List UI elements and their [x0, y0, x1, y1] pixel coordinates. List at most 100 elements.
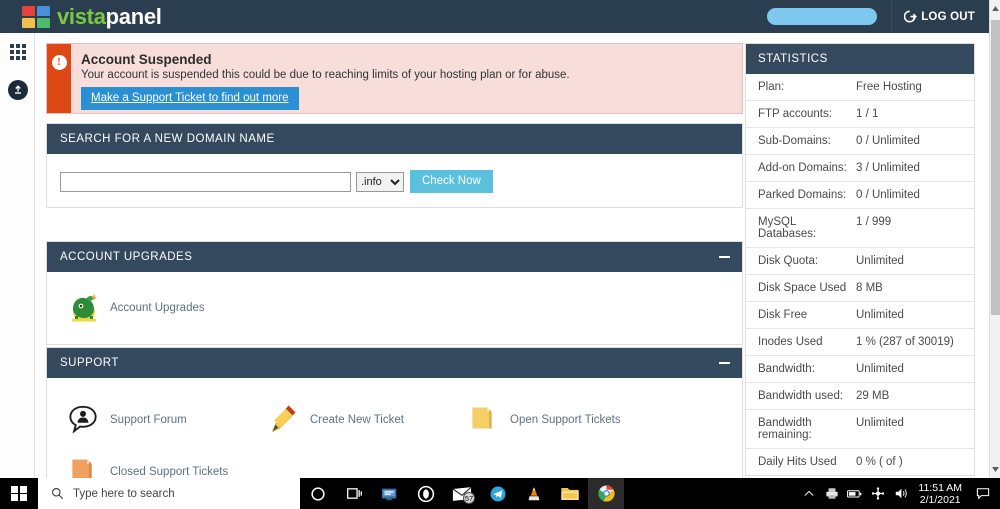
clock-time: 11:51 AM — [918, 481, 962, 494]
grid-icon — [9, 44, 26, 60]
chrome-icon[interactable] — [588, 478, 624, 509]
task-view-icon[interactable] — [336, 478, 372, 509]
tld-select[interactable]: .info.com.net.org.biz — [356, 171, 404, 192]
statistics-key: Parked Domains: — [758, 189, 847, 201]
statistics-key: Disk Free — [758, 309, 808, 321]
exclamation-icon: ! — [51, 55, 67, 70]
minimize-icon[interactable] — [719, 256, 730, 258]
account-upgrades-title: ACCOUNT UPGRADES — [60, 251, 193, 263]
statistics-row: Daily Hits Used 0 % ( of ) — [746, 448, 974, 475]
statistics-value: 1 % (287 of 30019) — [856, 336, 954, 348]
statistics-key: Inodes Used — [758, 336, 823, 348]
statistics-row: Parked Domains: 0 / Unlimited — [746, 181, 974, 208]
logout-icon — [904, 10, 918, 23]
statistics-title: STATISTICS — [746, 44, 974, 74]
account-upgrades-header: ACCOUNT UPGRADES — [47, 242, 742, 272]
windows-taskbar: Type here to search 57 11:51 AM 2/1/2021 — [0, 478, 1000, 509]
pencil-icon — [268, 404, 300, 436]
statistics-row: FTP accounts: 1 / 1 — [746, 100, 974, 127]
yellow-folder-icon — [468, 404, 500, 436]
taskbar-search-placeholder: Type here to search — [73, 487, 175, 500]
account-suspended-alert: ! Account Suspended Your account is susp… — [46, 43, 743, 114]
statistics-value: Free Hosting — [856, 81, 922, 93]
mail-icon[interactable]: 57 — [444, 478, 480, 509]
telegram-icon[interactable] — [480, 478, 516, 509]
speech-person-icon — [68, 404, 100, 436]
statistics-value: 29 MB — [856, 390, 890, 402]
chevron-up-icon[interactable] — [797, 478, 820, 509]
account-upgrades-panel: ACCOUNT UPGRADES Account Upgrades — [46, 241, 743, 345]
scroll-down-arrow-icon[interactable] — [990, 463, 1000, 476]
account-upgrades-body: Account Upgrades — [47, 272, 742, 344]
support-forum-link[interactable]: Support Forum — [60, 394, 260, 446]
support-ticket-button[interactable]: Make a Support Ticket to find out more — [81, 87, 299, 110]
statistics-value: 3 / Unlimited — [856, 162, 920, 174]
statistics-key: Bandwidth: — [758, 363, 815, 375]
account-upgrades-link[interactable]: Account Upgrades — [60, 282, 205, 334]
statistics-value: 1 / 999 — [856, 216, 892, 228]
support-body: Support Forum Create New Ticket Open Sup… — [47, 378, 742, 478]
minimize-icon[interactable] — [719, 362, 730, 364]
open-support-tickets-link[interactable]: Open Support Tickets — [460, 394, 660, 446]
statistics-value: Unlimited — [856, 255, 904, 267]
page-scrollbar[interactable] — [989, 0, 1000, 478]
support-header: SUPPORT — [47, 348, 742, 378]
brand-logo[interactable]: vistapanel — [0, 3, 162, 29]
closed-support-tickets-link[interactable]: Closed Support Tickets — [60, 446, 260, 478]
statistics-key: Add-on Domains: — [758, 162, 847, 174]
create-new-ticket-label: Create New Ticket — [310, 414, 404, 426]
cortana-icon[interactable] — [300, 478, 336, 509]
start-button[interactable] — [0, 478, 38, 509]
printer-icon[interactable] — [820, 478, 843, 509]
main-content: ! Account Suspended Your account is susp… — [35, 33, 989, 478]
closed-support-tickets-label: Closed Support Tickets — [110, 466, 229, 478]
support-links-grid: Support Forum Create New Ticket Open Sup… — [60, 388, 729, 478]
opera-icon[interactable] — [408, 478, 444, 509]
mail-badge: 57 — [463, 492, 475, 504]
app-header: vistapanel LOG OUT — [0, 0, 989, 33]
scrollbar-thumb[interactable] — [991, 20, 1000, 315]
taskbar-search-box[interactable]: Type here to search — [38, 478, 300, 509]
statistics-key: Disk Quota: — [758, 255, 819, 267]
statistics-row: Add-on Domains: 3 / Unlimited — [746, 154, 974, 181]
scroll-up-arrow-icon[interactable] — [990, 2, 1000, 15]
check-now-button[interactable]: Check Now — [410, 170, 493, 193]
domain-search-body: .info.com.net.org.biz Check Now — [47, 154, 742, 207]
alert-title: Account Suspended — [81, 52, 212, 67]
battery-icon[interactable] — [843, 478, 866, 509]
alert-accent-bar: ! — [47, 44, 71, 113]
notification-icon[interactable] — [970, 478, 996, 509]
taskbar-clock[interactable]: 11:51 AM 2/1/2021 — [912, 482, 970, 506]
statistics-row: Disk Free Unlimited — [746, 301, 974, 328]
network-icon[interactable] — [866, 478, 889, 509]
sidebar-item-upload[interactable] — [0, 71, 35, 109]
taskbar-icons: 57 — [300, 478, 624, 509]
statistics-key: Daily Hits Used — [758, 456, 837, 468]
logout-button[interactable]: LOG OUT — [892, 0, 989, 33]
statistics-rows: Plan: Free Hosting FTP accounts: 1 / 1 Sub-D… — [746, 74, 974, 475]
domain-search-header: SEARCH FOR A NEW DOMAIN NAME — [47, 124, 742, 154]
brand-text: vistapanel — [57, 3, 162, 29]
statistics-key: Bandwidth used: — [758, 390, 844, 402]
domain-search-input[interactable] — [60, 171, 351, 192]
volume-icon[interactable] — [889, 478, 912, 509]
clock-date: 2/1/2021 — [919, 493, 961, 506]
alert-body: Account Suspended Your account is suspen… — [71, 44, 570, 113]
statistics-key: Bandwidth remaining: — [758, 417, 812, 441]
system-tray: 11:51 AM 2/1/2021 — [797, 478, 1000, 509]
domain-search-row: .info.com.net.org.biz Check Now — [60, 164, 729, 197]
brand-text-second: panel — [105, 3, 162, 29]
sidebar-item-apps[interactable] — [0, 33, 35, 71]
remote-desktop-icon[interactable] — [372, 478, 408, 509]
orange-folder-icon — [68, 456, 100, 478]
file-explorer-icon[interactable] — [552, 478, 588, 509]
alert-message: Your account is suspended this could be … — [81, 69, 570, 81]
right-column: STATISTICS Plan: Free Hosting FTP accounts… — [745, 43, 975, 478]
statistics-row: Plan: Free Hosting — [746, 74, 974, 100]
statistics-value: 1 / 1 — [856, 108, 879, 120]
vlc-icon[interactable] — [516, 478, 552, 509]
statistics-value: Unlimited — [856, 363, 904, 375]
create-new-ticket-link[interactable]: Create New Ticket — [260, 394, 460, 446]
logout-label: LOG OUT — [921, 10, 975, 23]
statistics-key: Sub-Domains: — [758, 135, 831, 147]
